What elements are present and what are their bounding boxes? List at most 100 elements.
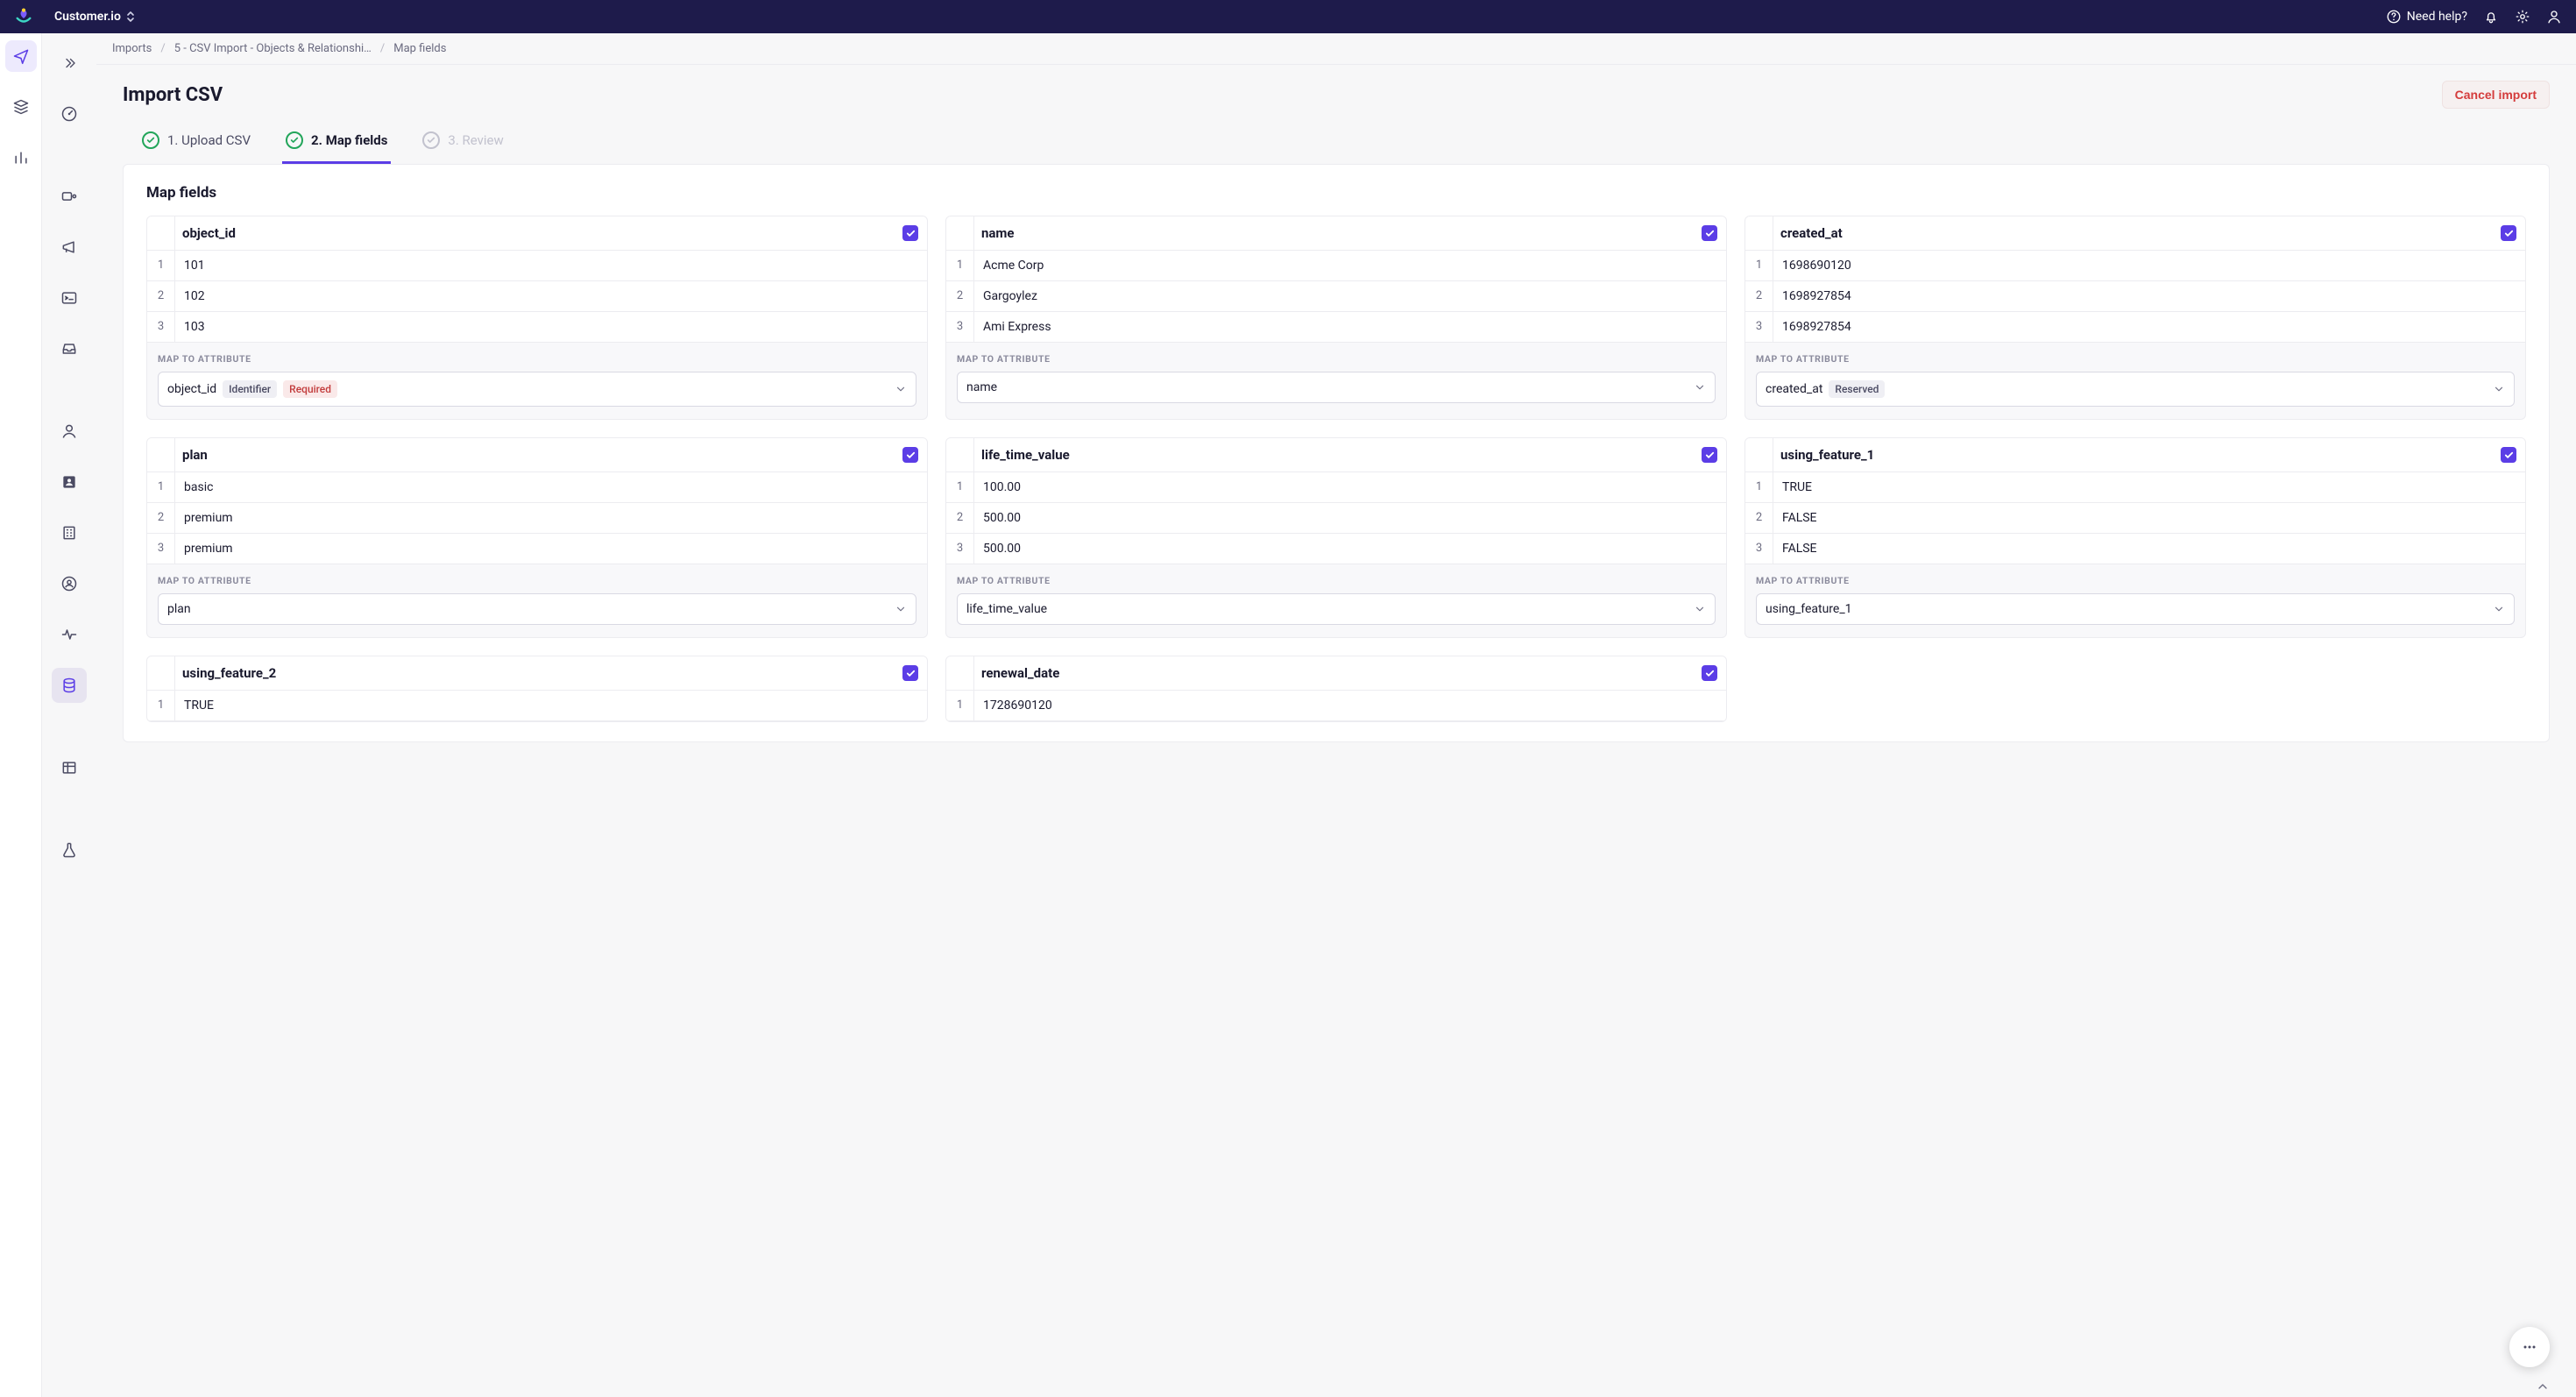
chevron-down-icon xyxy=(2493,383,2505,395)
nav-capture-icon[interactable] xyxy=(52,179,87,214)
field-card: life_time_value1100.002500.003500.00MAP … xyxy=(945,437,1727,638)
page-title: Import CSV xyxy=(123,84,223,106)
nav-audience-icon[interactable] xyxy=(52,566,87,601)
nav-data-icon[interactable] xyxy=(52,668,87,703)
nav-analytics-icon[interactable] xyxy=(5,142,37,174)
nav-inbox-icon[interactable] xyxy=(52,331,87,366)
attribute-select[interactable]: object_idIdentifierRequired xyxy=(158,372,916,407)
sample-row: 21698927854 xyxy=(1745,281,2525,312)
sample-value: 102 xyxy=(175,281,927,311)
sample-row: 2FALSE xyxy=(1745,503,2525,534)
sample-row: 2102 xyxy=(147,281,927,312)
sample-row: 11698690120 xyxy=(1745,251,2525,281)
sample-value: 103 xyxy=(175,312,927,342)
chevron-up-icon[interactable] xyxy=(2536,1379,2550,1393)
chevron-down-icon xyxy=(895,383,907,395)
sample-value: 1728690120 xyxy=(974,691,1726,720)
attribute-select[interactable]: created_atReserved xyxy=(1756,372,2515,407)
include-checkbox[interactable] xyxy=(902,665,918,681)
gear-icon[interactable] xyxy=(2515,9,2530,25)
include-checkbox[interactable] xyxy=(902,447,918,463)
section-title: Map fields xyxy=(146,184,2526,202)
sample-row: 11728690120 xyxy=(946,691,1726,721)
sample-value: 101 xyxy=(175,251,927,280)
sample-row: 1TRUE xyxy=(1745,472,2525,503)
nav-company-icon[interactable] xyxy=(52,515,87,550)
identifier-badge: Identifier xyxy=(223,380,277,398)
step-map-fields[interactable]: 2. Map fields xyxy=(282,124,391,164)
include-checkbox[interactable] xyxy=(2501,225,2516,241)
field-card: object_id110121023103MAP TO ATTRIBUTEobj… xyxy=(146,216,928,420)
sample-value: 1698690120 xyxy=(1773,251,2525,280)
chevron-updown-icon xyxy=(126,11,135,23)
more-actions-fab[interactable] xyxy=(2509,1327,2550,1367)
sample-row: 1TRUE xyxy=(147,691,927,721)
field-name: using_feature_2 xyxy=(175,656,902,690)
nav-table-icon[interactable] xyxy=(52,750,87,785)
field-name: plan xyxy=(175,438,902,472)
sample-row: 2500.00 xyxy=(946,503,1726,534)
nav-send-icon[interactable] xyxy=(5,40,37,72)
chevron-down-icon xyxy=(895,603,907,615)
include-checkbox[interactable] xyxy=(1702,225,1717,241)
nav-activity-icon[interactable] xyxy=(52,617,87,652)
breadcrumb-item[interactable]: Imports xyxy=(112,42,152,55)
sample-row: 2Gargoylez xyxy=(946,281,1726,312)
main: Imports / 5 - CSV Import - Objects & Rel… xyxy=(96,33,2576,1397)
nav-flask-icon[interactable] xyxy=(52,833,87,868)
attribute-select[interactable]: life_time_value xyxy=(957,593,1716,625)
sample-value: Ami Express xyxy=(974,312,1726,342)
attribute-select[interactable]: using_feature_1 xyxy=(1756,593,2515,625)
sample-value: TRUE xyxy=(175,691,927,720)
include-checkbox[interactable] xyxy=(2501,447,2516,463)
map-label: MAP TO ATTRIBUTE xyxy=(158,353,916,365)
chevron-down-icon xyxy=(1694,381,1706,394)
wizard-steps: 1. Upload CSV 2. Map fields 3. Review xyxy=(123,124,2550,164)
sample-value: 500.00 xyxy=(974,534,1726,564)
include-checkbox[interactable] xyxy=(902,225,918,241)
selected-attribute: life_time_value xyxy=(966,602,1047,616)
sample-row: 3FALSE xyxy=(1745,534,2525,564)
user-icon[interactable] xyxy=(2546,9,2562,25)
step-upload[interactable]: 1. Upload CSV xyxy=(138,124,254,164)
include-checkbox[interactable] xyxy=(1702,665,1717,681)
nav-expand-icon[interactable] xyxy=(52,46,87,81)
include-checkbox[interactable] xyxy=(1702,447,1717,463)
help-icon xyxy=(2386,9,2402,25)
attribute-select[interactable]: name xyxy=(957,372,1716,403)
map-label: MAP TO ATTRIBUTE xyxy=(957,353,1716,365)
breadcrumb: Imports / 5 - CSV Import - Objects & Rel… xyxy=(96,33,2576,65)
field-name: created_at xyxy=(1773,216,2501,250)
map-fields-panel: Map fields object_id110121023103MAP TO A… xyxy=(123,164,2550,742)
sample-value: premium xyxy=(175,503,927,533)
nav-gauge-icon[interactable] xyxy=(52,96,87,131)
primary-nav xyxy=(0,33,42,1397)
nav-contact-icon[interactable] xyxy=(52,464,87,500)
sample-value: basic xyxy=(175,472,927,502)
sample-value: premium xyxy=(175,534,927,564)
nav-broadcast-icon[interactable] xyxy=(52,230,87,265)
nav-person-icon[interactable] xyxy=(52,414,87,449)
field-card: using_feature_21TRUE xyxy=(146,656,928,722)
sample-value: 500.00 xyxy=(974,503,1726,533)
bell-icon[interactable] xyxy=(2483,9,2499,25)
topbar: Customer.io Need help? xyxy=(0,0,2576,33)
attribute-select[interactable]: plan xyxy=(158,593,916,625)
nav-layers-icon[interactable] xyxy=(5,91,37,123)
sample-value: 100.00 xyxy=(974,472,1726,502)
field-name: renewal_date xyxy=(974,656,1702,690)
sample-row: 2premium xyxy=(147,503,927,534)
nav-terminal-icon[interactable] xyxy=(52,280,87,316)
sample-row: 3103 xyxy=(147,312,927,343)
chevron-down-icon xyxy=(2493,603,2505,615)
cancel-import-button[interactable]: Cancel import xyxy=(2442,81,2550,109)
sample-value: Gargoylez xyxy=(974,281,1726,311)
step-review: 3. Review xyxy=(419,124,506,164)
need-help-link[interactable]: Need help? xyxy=(2386,9,2467,25)
sample-value: 1698927854 xyxy=(1773,281,2525,311)
workspace-switcher[interactable]: Customer.io xyxy=(54,10,135,24)
sample-row: 1100.00 xyxy=(946,472,1726,503)
breadcrumb-item[interactable]: 5 - CSV Import - Objects & Relationshi… xyxy=(174,42,372,55)
app-logo[interactable] xyxy=(14,7,33,26)
sample-value: FALSE xyxy=(1773,534,2525,564)
